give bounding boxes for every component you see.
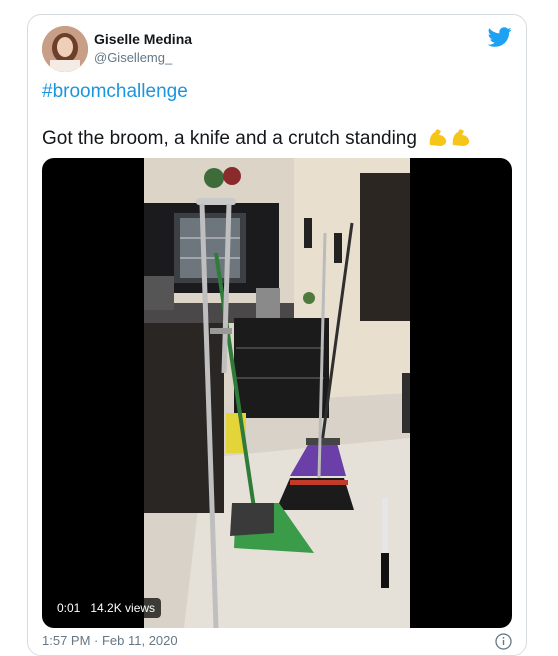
- flexed-biceps-emoji-icon: [426, 127, 472, 153]
- info-icon[interactable]: [495, 633, 512, 650]
- tweet-timestamp[interactable]: 1:57 PM · Feb 11, 2020: [42, 633, 178, 648]
- video-view-count: 14.2K views: [90, 601, 156, 615]
- video-stats-badge: 0:01 14.2K views: [51, 598, 162, 618]
- video-frame: [144, 158, 410, 628]
- author-handle[interactable]: @Gisellemg_: [94, 50, 172, 65]
- video-elapsed-time: 0:01: [57, 601, 81, 615]
- avatar[interactable]: [42, 26, 88, 72]
- tweet-text-line: Got the broom, a knife and a crutch stan…: [42, 127, 472, 153]
- hashtag-link[interactable]: #broomchallenge: [42, 81, 188, 103]
- author-name[interactable]: Giselle Medina: [94, 31, 192, 47]
- video-player[interactable]: 0:01 14.2K views: [42, 158, 512, 628]
- tweet-text: Got the broom, a knife and a crutch stan…: [42, 128, 417, 149]
- twitter-bird-icon[interactable]: [487, 25, 512, 49]
- embedded-tweet-card: Giselle Medina @Gisellemg_ #broomchallen…: [27, 14, 527, 656]
